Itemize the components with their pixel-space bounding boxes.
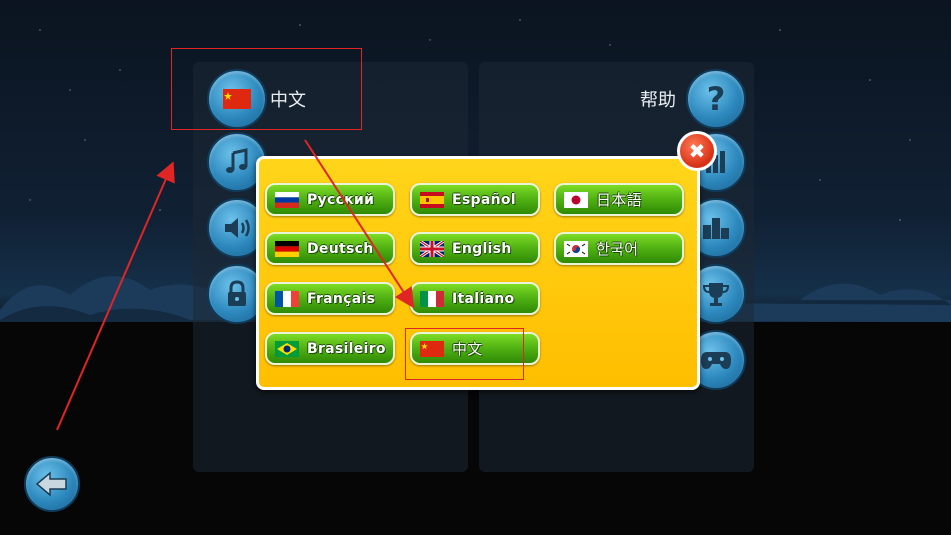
- trophy-icon: [702, 283, 730, 306]
- back-button[interactable]: [24, 456, 80, 512]
- language-label: Français: [307, 290, 376, 307]
- uk-flag-icon: [420, 240, 444, 257]
- speaker-icon: [225, 218, 250, 238]
- brazil-flag-icon: [275, 340, 299, 357]
- france-flag-icon: [275, 290, 299, 307]
- annotation-box-current-language: [171, 48, 362, 130]
- language-label: Русский: [307, 191, 375, 208]
- language-label: Español: [452, 191, 516, 208]
- language-option-spanish[interactable]: Español: [410, 183, 540, 216]
- question-mark-icon: ?: [706, 80, 726, 118]
- language-option-french[interactable]: Français: [265, 282, 395, 315]
- language-label: Italiano: [452, 290, 515, 307]
- annotation-box-chinese-option: [405, 328, 524, 380]
- language-option-korean[interactable]: 한국어: [554, 232, 684, 265]
- language-option-english[interactable]: English: [410, 232, 540, 265]
- language-option-brazilian[interactable]: Brasileiro: [265, 332, 395, 365]
- language-label: Deutsch: [307, 240, 374, 257]
- germany-flag-icon: [275, 240, 299, 257]
- close-icon: ✖: [688, 139, 706, 163]
- language-label: 한국어: [596, 240, 639, 258]
- language-label: 日本語: [596, 191, 642, 209]
- language-label: Brasileiro: [307, 340, 386, 357]
- lock-icon: [228, 280, 246, 306]
- music-note-icon: [226, 148, 248, 173]
- language-option-russian[interactable]: Русский: [265, 183, 395, 216]
- language-option-italian[interactable]: Italiano: [410, 282, 540, 315]
- close-dialog-button[interactable]: ✖: [677, 131, 717, 171]
- leaderboard-icon: [703, 218, 729, 239]
- russia-flag-icon: [275, 191, 299, 208]
- controller-icon: [701, 352, 731, 369]
- italy-flag-icon: [420, 290, 444, 307]
- japan-flag-icon: [564, 191, 588, 208]
- help-button[interactable]: ?: [686, 69, 746, 129]
- korea-flag-icon: [564, 240, 588, 257]
- back-arrow-icon: [35, 471, 67, 497]
- language-option-japanese[interactable]: 日本語: [554, 183, 684, 216]
- spain-flag-icon: [420, 191, 444, 208]
- language-label: English: [452, 240, 512, 257]
- language-option-german[interactable]: Deutsch: [265, 232, 395, 265]
- help-label: 帮助: [640, 90, 676, 111]
